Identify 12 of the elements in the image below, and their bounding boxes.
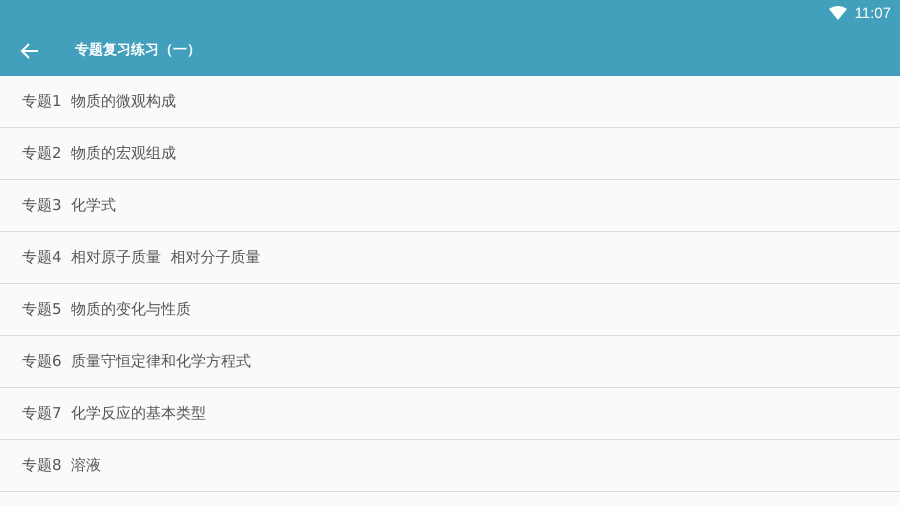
list-item[interactable]: 专题2 物质的宏观组成 xyxy=(0,128,900,180)
list-item[interactable]: 专题7 化学反应的基本类型 xyxy=(0,388,900,440)
list-item[interactable]: 专题8 溶液 xyxy=(0,440,900,492)
list-item[interactable]: 专题5 物质的变化与性质 xyxy=(0,284,900,336)
list-item[interactable]: 专题6 质量守恒定律和化学方程式 xyxy=(0,336,900,388)
list-item[interactable]: 专题4 相对原子质量 相对分子质量 xyxy=(0,232,900,284)
status-time: 11:07 xyxy=(854,4,891,22)
toolbar-title: 专题复习练习（一） xyxy=(75,41,201,59)
list-item[interactable]: 专题3 化学式 xyxy=(0,180,900,232)
back-arrow-icon[interactable] xyxy=(20,41,40,61)
wifi-icon xyxy=(828,6,847,20)
list-item[interactable]: 专题1 物质的微观构成 xyxy=(0,76,900,128)
